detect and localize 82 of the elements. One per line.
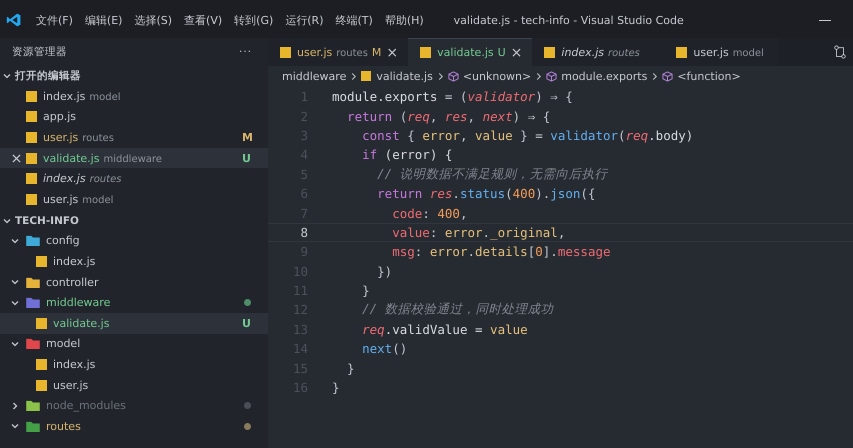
cube-icon	[448, 70, 459, 82]
js-file-icon	[36, 318, 47, 329]
code-line: next()	[361, 341, 408, 356]
file-item[interactable]: index.js	[0, 251, 268, 272]
file-item[interactable]: validate.js U	[0, 312, 268, 334]
window-title: validate.js - tech-info - Visual Studio Code	[454, 14, 685, 26]
open-editor-item[interactable]: app.js	[0, 106, 268, 128]
js-file-icon	[26, 173, 37, 184]
chevron-icon	[651, 72, 658, 80]
breadcrumb[interactable]: module.exports	[561, 70, 648, 82]
open-editor-item[interactable]: user.js routes M	[0, 127, 268, 148]
chevron-icon[interactable]	[10, 400, 20, 411]
js-file-icon	[26, 152, 37, 164]
menu-item[interactable]: 选择(S)	[134, 12, 172, 28]
code-line: code: 400,	[391, 206, 468, 221]
editor-tab[interactable]: validate.js U ×	[408, 38, 532, 66]
code-line: }	[361, 283, 370, 298]
chevron-icon	[350, 72, 358, 80]
chevron-icon	[535, 72, 542, 80]
code-line: }	[332, 380, 340, 396]
code-line: })	[376, 264, 392, 279]
js-file-icon	[26, 132, 37, 143]
section-header[interactable]: TECH-INFO	[15, 214, 79, 227]
folder-item[interactable]: controller	[0, 272, 268, 292]
sidebar-title: 资源管理器	[12, 45, 67, 59]
menu-item[interactable]: 文件(F)	[36, 12, 73, 28]
code-line: // 数据校验通过，同时处理成功	[361, 301, 554, 318]
js-file-icon	[420, 47, 432, 58]
breadcrumb[interactable]: <unknown>	[462, 70, 532, 82]
file-item[interactable]: user.js	[0, 374, 268, 396]
code-line: return res.status(400).json({	[376, 186, 596, 202]
code-line: return (req, res, next) ⇒ {	[346, 108, 550, 124]
open-editor-item[interactable]: user.js model	[0, 188, 268, 210]
code-line: msg: error.details[0].message	[391, 244, 611, 260]
status-dot	[244, 422, 251, 430]
js-file-icon	[36, 256, 47, 267]
cube-icon	[662, 70, 674, 82]
folder-item[interactable]: routes	[0, 416, 268, 436]
code-line: if (error) {	[361, 147, 452, 162]
code-line: const { error, value } = validator(req.body)	[361, 128, 694, 143]
js-file-icon	[361, 71, 372, 81]
js-file-icon	[544, 47, 556, 58]
js-file-icon	[26, 111, 37, 122]
vscode-logo-icon	[6, 12, 22, 28]
menu-item[interactable]: 运行(R)	[285, 12, 324, 28]
chevron-icon[interactable]	[2, 71, 12, 81]
js-file-icon	[26, 90, 37, 102]
open-editor-item[interactable]: index.js model	[0, 86, 268, 107]
menu-item[interactable]: 帮助(H)	[384, 12, 424, 28]
folder-item[interactable]: middleware	[0, 292, 268, 313]
breadcrumb[interactable]: middleware	[282, 70, 346, 82]
js-file-icon	[36, 380, 47, 391]
open-editor-item[interactable]: validate.js middleware U	[0, 148, 268, 168]
more-actions-icon[interactable]: ···	[238, 46, 252, 58]
close-icon[interactable]	[12, 154, 21, 163]
code-line: // 说明数据不满足规则，无需向后执行	[376, 166, 608, 183]
breadcrumb[interactable]: <function>	[677, 70, 741, 82]
status-dot	[244, 299, 251, 306]
js-file-icon	[26, 194, 37, 205]
chevron-icon	[436, 72, 444, 80]
code-line: value: error._original,	[391, 224, 566, 240]
menu-item[interactable]: 编辑(E)	[84, 12, 122, 28]
js-file-icon	[676, 47, 688, 58]
folder-item[interactable]: config	[0, 230, 268, 252]
code-line: req.validValue = value	[361, 322, 528, 337]
open-editor-item[interactable]: index.js routes	[0, 168, 268, 189]
folder-item[interactable]: model	[0, 334, 268, 354]
js-file-icon	[280, 47, 291, 58]
line-number: 8	[299, 224, 309, 240]
close-tab-button[interactable]: ×	[510, 44, 522, 60]
js-file-icon	[36, 358, 47, 370]
menu-item[interactable]: 终端(T)	[336, 12, 373, 28]
status-dot	[244, 402, 251, 410]
code-line: module.exports = (validator) ⇒ {	[332, 89, 573, 104]
close-tab-button[interactable]: ×	[386, 44, 398, 60]
breadcrumb[interactable]: validate.js	[376, 70, 433, 82]
cube-icon	[546, 70, 558, 82]
file-item[interactable]: index.js	[0, 354, 268, 375]
menu-item[interactable]: 转到(G)	[234, 12, 274, 28]
section-header[interactable]: 打开的编辑器	[15, 69, 81, 83]
menu-item[interactable]: 查看(V)	[184, 12, 222, 28]
code-line: }	[346, 360, 355, 376]
